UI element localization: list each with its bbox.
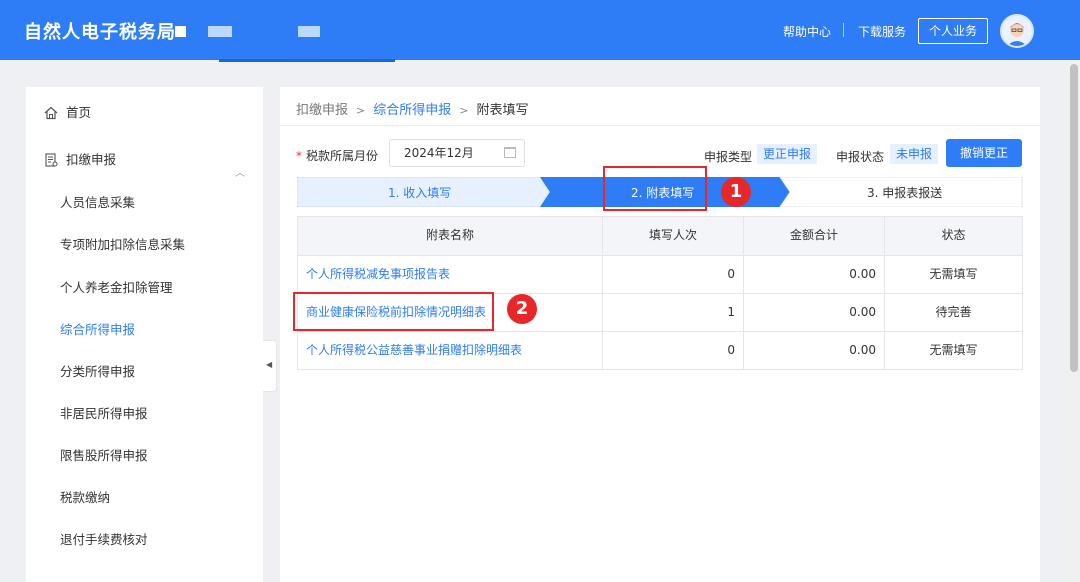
col-header-amount: 金额合计 <box>743 217 884 254</box>
revoke-correction-button[interactable]: 撤销更正 <box>946 139 1022 167</box>
cell-amount: 0.00 <box>743 294 884 331</box>
sidebar-item-label: 人员信息采集 <box>60 195 136 210</box>
annotation-number-1: 1 <box>721 177 751 207</box>
sidebar-item-label: 非居民所得申报 <box>60 406 148 421</box>
sidebar-item-restricted-shares[interactable]: 限售股所得申报 <box>26 436 263 476</box>
report-type-label: 申报类型 <box>704 150 753 164</box>
sidebar-item-label: 专项附加扣除信息采集 <box>60 237 186 252</box>
cell-times: 0 <box>602 332 743 369</box>
cell-status: 无需填写 <box>884 256 1022 293</box>
table-row: 个人所得税减免事项报告表 0 0.00 无需填写 <box>298 255 1022 293</box>
sidebar-item-label: 分类所得申报 <box>60 364 136 379</box>
annotation-number-2: 2 <box>507 294 537 324</box>
document-icon <box>45 153 58 167</box>
main-panel: 扣缴申报 > 综合所得申报 > 附表填写 * 税款所属月份 2024年12月 申报类型 更… <box>280 87 1040 582</box>
caret-left-icon: ◀ <box>266 360 273 369</box>
sidebar-item-classified-income[interactable]: 分类所得申报 <box>26 352 263 392</box>
report-status-label: 申报状态 <box>836 150 885 164</box>
download-service-link[interactable]: 下载服务 <box>858 23 906 40</box>
attachment-link[interactable]: 个人所得税减免事项报告表 <box>298 256 602 293</box>
period-date-picker[interactable]: 2024年12月 <box>389 139 525 167</box>
table-row: 个人所得税公益慈善事业捐赠扣除明细表 0 0.00 无需填写 <box>298 331 1022 369</box>
period-label-text: 税款所属月份 <box>306 149 379 163</box>
top-header: 自然人电子税务局 帮助中心 下载服务 个人业务 <box>0 0 1080 62</box>
report-status-tag: 未申报 <box>890 144 939 164</box>
sidebar-item-label: 退付手续费核对 <box>60 532 148 547</box>
sidebar-section-withholding[interactable]: 扣缴申报 ︿ <box>26 140 263 180</box>
nav-divider <box>843 23 844 37</box>
app-title: 自然人电子税务局 <box>24 22 176 43</box>
cell-status: 待完善 <box>884 294 1022 331</box>
sidebar: 首页 扣缴申报 ︿ 人员信息采集 专项附加扣除信息采集 个人养老金扣除管理 综合… <box>26 87 263 582</box>
calendar-icon <box>504 147 516 158</box>
col-header-name: 附表名称 <box>425 228 474 242</box>
sidebar-item-fee-refund[interactable]: 退付手续费核对 <box>26 520 263 560</box>
period-value: 2024年12月 <box>404 146 474 160</box>
sidebar-item-label: 税款缴纳 <box>60 490 111 505</box>
breadcrumb-chevron-icon: > <box>356 104 366 117</box>
sidebar-item-label: 个人养老金扣除管理 <box>60 280 173 295</box>
cell-times: 1 <box>602 294 743 331</box>
personal-business-button[interactable]: 个人业务 <box>918 18 988 44</box>
sidebar-section-label: 扣缴申报 <box>66 152 117 167</box>
cell-status: 无需填写 <box>884 332 1022 369</box>
avatar-icon <box>1002 16 1032 46</box>
redacted-block <box>175 26 186 37</box>
sidebar-item-personnel-info[interactable]: 人员信息采集 <box>26 183 263 223</box>
col-header-times: 填写人次 <box>602 217 743 254</box>
sidebar-item-label: 首页 <box>66 105 92 120</box>
sidebar-item-pension[interactable]: 个人养老金扣除管理 <box>26 268 263 308</box>
sidebar-item-tax-payment[interactable]: 税款缴纳 <box>26 478 263 518</box>
sidebar-item-label: 综合所得申报 <box>60 322 136 337</box>
scrollbar-thumb[interactable] <box>1070 64 1078 372</box>
annotation-box-row <box>293 292 494 331</box>
sidebar-item-comprehensive-income[interactable]: 综合所得申报 <box>26 310 263 350</box>
home-icon <box>44 106 58 120</box>
sidebar-item-nonresident-income[interactable]: 非居民所得申报 <box>26 394 263 434</box>
sidebar-item-special-deduction[interactable]: 专项附加扣除信息采集 <box>26 225 263 265</box>
breadcrumb-current: 附表填写 <box>476 103 529 118</box>
table-header-row: 附表名称 填写人次 金额合计 状态 <box>298 217 1022 255</box>
sidebar-item-home[interactable]: 首页 <box>26 93 263 133</box>
header-tab-underline <box>219 59 395 62</box>
divider <box>280 125 1040 126</box>
user-avatar[interactable] <box>1000 14 1034 48</box>
step-submit-report[interactable]: 3. 申报表报送 <box>867 184 942 201</box>
col-header-status: 状态 <box>884 217 1022 254</box>
report-type-tag: 更正申报 <box>757 144 818 164</box>
help-center-link[interactable]: 帮助中心 <box>783 23 831 40</box>
annotation-box-step <box>603 166 707 211</box>
period-label: * 税款所属月份 <box>296 147 378 164</box>
attachment-link[interactable]: 个人所得税公益慈善事业捐赠扣除明细表 <box>298 332 602 369</box>
breadcrumb-comprehensive[interactable]: 综合所得申报 <box>373 103 451 118</box>
breadcrumb-chevron-icon: > <box>459 104 469 117</box>
cell-amount: 0.00 <box>743 332 884 369</box>
redacted-block <box>298 26 320 37</box>
sidebar-collapse-handle[interactable]: ◀ <box>263 340 277 392</box>
required-mark: * <box>296 149 302 163</box>
cell-times: 0 <box>602 256 743 293</box>
redacted-block <box>208 26 232 37</box>
step-income-entry[interactable]: 1. 收入填写 <box>388 184 451 201</box>
breadcrumb: 扣缴申报 > 综合所得申报 > 附表填写 <box>296 99 528 118</box>
cell-amount: 0.00 <box>743 256 884 293</box>
breadcrumb-withholding[interactable]: 扣缴申报 <box>296 103 348 118</box>
sidebar-item-label: 限售股所得申报 <box>60 448 148 463</box>
